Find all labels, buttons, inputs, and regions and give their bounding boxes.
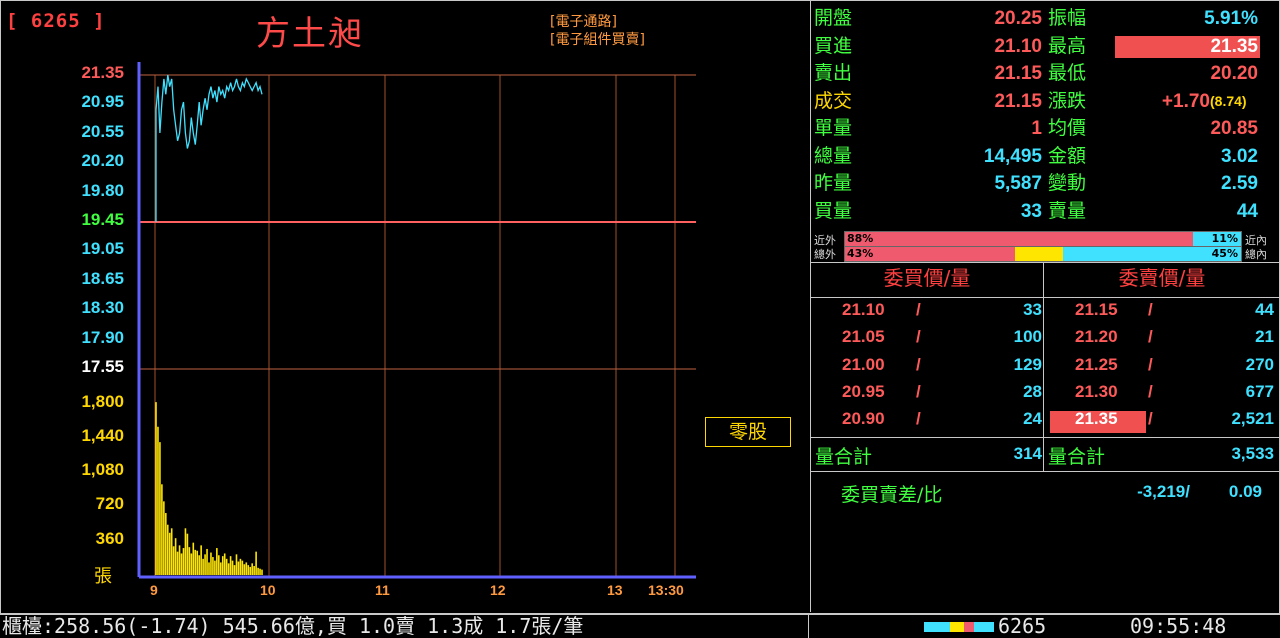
bid-price[interactable]: 21.00 <box>842 355 885 375</box>
ob-divider-head <box>810 297 1280 298</box>
quote-label: 成交 <box>814 89 853 112</box>
mini-ratio-bar <box>924 622 994 632</box>
bid-qty: 28 <box>1023 381 1042 401</box>
odd-lot-button[interactable]: 零股 <box>705 417 791 447</box>
quote-value: 33 <box>1020 200 1042 222</box>
bid-qty: 100 <box>1013 327 1042 347</box>
quote-value: 21.10 <box>994 35 1042 57</box>
footer-stock-code[interactable]: 6265 <box>998 615 1046 638</box>
ask-price[interactable]: 21.25 <box>1075 355 1118 375</box>
total-in-label: 總內 <box>1245 248 1267 261</box>
bid-slash: / <box>916 409 921 429</box>
near-out-fill <box>845 232 1194 246</box>
quote-value: 5,587 <box>994 173 1042 194</box>
quote-label: 最高 <box>1048 34 1087 57</box>
quote-label: 漲跌 <box>1048 89 1087 112</box>
ask-total-label: 量合計 <box>1048 446 1106 468</box>
time-tick-label: 9 <box>150 582 158 598</box>
ob-divider-bottom <box>810 471 1280 472</box>
quote-label: 買進 <box>814 34 853 57</box>
quote-label: 賣量 <box>1048 199 1087 222</box>
near-out-pct: 88% <box>847 232 874 245</box>
bid-slash: / <box>916 327 921 347</box>
total-out-pct: 43% <box>847 247 874 260</box>
bid-qty: 24 <box>1023 409 1042 429</box>
ask-total-value: 3,533 <box>1231 444 1274 463</box>
quote-label: 振幅 <box>1048 7 1087 29</box>
time-tick-label: 11 <box>375 582 390 598</box>
quote-value: 14,495 <box>983 145 1042 167</box>
near-in-pct: 11% <box>1211 232 1238 245</box>
bid-qty: 129 <box>1013 354 1042 374</box>
bid-ask-ratio: 0.09 <box>1228 482 1262 501</box>
ask-price[interactable]: 21.35 <box>1075 409 1118 429</box>
ask-price[interactable]: 21.30 <box>1075 382 1118 402</box>
quote-value: 44 <box>1236 200 1258 222</box>
ask-qty: 44 <box>1255 300 1274 319</box>
quote-value: 5.91% <box>1204 8 1258 29</box>
otc-index-ticker: 櫃檯:258.56(-1.74) 545.66億,買 1.0賣 1.3成 1.7… <box>2 614 584 638</box>
quote-label: 昨量 <box>814 172 853 194</box>
change-percent: (8.74) <box>1210 92 1247 109</box>
quote-value: 2.59 <box>1221 173 1258 194</box>
quote-value: 20.20 <box>1210 63 1258 84</box>
total-neutral-fill <box>1015 247 1063 261</box>
ask-qty: 2,521 <box>1231 409 1274 429</box>
quote-value: 21.15 <box>994 63 1042 84</box>
time-tick-label: 10 <box>260 582 276 598</box>
total-out-label: 總外 <box>814 248 836 261</box>
ob-divider-total <box>810 437 1280 438</box>
bid-ask-diff-label: 委買賣差/比 <box>841 484 943 506</box>
bid-header: 委買價/量 <box>883 266 971 290</box>
quote-value: 1 <box>1031 118 1042 139</box>
bid-total-label: 量合計 <box>815 446 873 468</box>
ask-qty: 270 <box>1245 354 1274 374</box>
quote-value: +1.70 <box>1161 90 1210 112</box>
quote-value: 21.15 <box>994 90 1042 112</box>
price-line <box>155 74 263 222</box>
bid-price[interactable]: 21.05 <box>842 327 885 347</box>
quote-label: 最低 <box>1048 62 1087 84</box>
bid-price[interactable]: 20.90 <box>842 409 885 429</box>
bid-slash: / <box>916 381 921 401</box>
clock: 09:55:48 <box>1130 614 1227 638</box>
quote-label: 均價 <box>1048 117 1087 139</box>
ask-price[interactable]: 21.15 <box>1075 300 1118 320</box>
ask-qty: 21 <box>1255 327 1274 347</box>
status-bar: 櫃檯:258.56(-1.74) 545.66億,買 1.0賣 1.3成 1.7… <box>0 614 1280 638</box>
quote-label: 買量 <box>814 199 853 222</box>
bid-slash: / <box>916 300 921 319</box>
quote-label: 開盤 <box>814 7 853 29</box>
quote-value: 20.25 <box>994 8 1042 29</box>
intraday-chart[interactable] <box>0 0 800 600</box>
bid-qty: 33 <box>1023 300 1042 319</box>
bid-slash: / <box>916 354 921 374</box>
footer-divider <box>808 615 809 638</box>
mini-ratio-red <box>964 622 974 632</box>
panel-divider <box>810 0 811 612</box>
time-tick-label: 13 <box>607 582 623 598</box>
quote-label: 金額 <box>1048 144 1087 167</box>
bid-total-value: 314 <box>1013 444 1042 463</box>
time-tick-label: 13:30 <box>648 582 684 598</box>
quote-value: 20.85 <box>1210 118 1258 139</box>
bid-price[interactable]: 20.95 <box>842 382 885 402</box>
bid-ask-diff-value: -3,219/ <box>1137 482 1190 501</box>
near-ratio-bar: 88% 11% <box>844 231 1242 247</box>
quote-label: 總量 <box>814 144 853 167</box>
ask-qty: 677 <box>1245 381 1274 401</box>
total-ratio-bar: 43% 45% <box>844 246 1242 262</box>
quote-label: 變動 <box>1048 172 1087 194</box>
time-tick-label: 12 <box>490 582 506 598</box>
quote-label: 賣出 <box>814 62 853 84</box>
bid-price[interactable]: 21.10 <box>842 300 885 320</box>
quote-label: 單量 <box>814 117 853 139</box>
ask-header: 委賣價/量 <box>1118 266 1206 290</box>
ask-price[interactable]: 21.20 <box>1075 327 1118 347</box>
quote-value: 21.35 <box>1210 35 1258 57</box>
mini-ratio-yellow <box>950 622 964 632</box>
ob-divider-mid <box>1043 262 1044 472</box>
quote-value: 3.02 <box>1221 145 1258 167</box>
total-in-pct: 45% <box>1211 247 1238 260</box>
